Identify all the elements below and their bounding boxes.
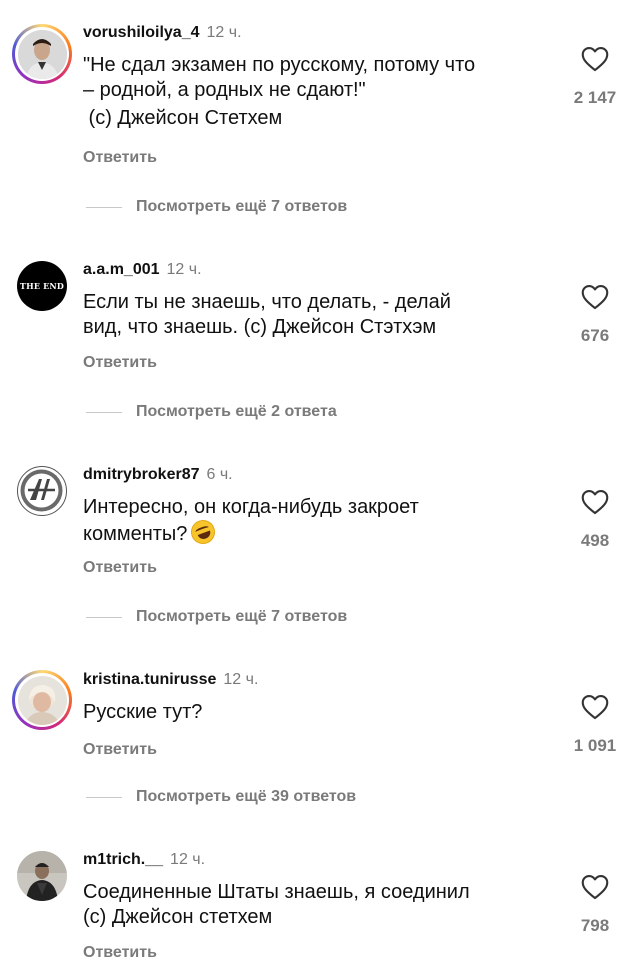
like-count: 676: [580, 326, 610, 345]
like-count: 498: [580, 531, 610, 550]
heart-icon[interactable]: [581, 284, 609, 310]
reply-button[interactable]: Ответить: [83, 149, 157, 167]
view-replies-button[interactable]: Посмотреть ещё 2 ответа: [86, 403, 337, 421]
comment-text: "Не сдал экзамен по русскому, потому что…: [83, 54, 476, 129]
avatar-photo: [17, 675, 67, 725]
comment-text: Соединенные Штаты знаешь, я соединил (с)…: [83, 881, 470, 928]
avatar[interactable]: [12, 461, 72, 521]
view-replies-button[interactable]: Посмотреть ещё 39 ответов: [86, 788, 356, 806]
like-count: 1 091: [573, 736, 617, 755]
comment-text: Если ты не знаешь, что делать, - делай в…: [83, 291, 451, 338]
timestamp: 12 ч.: [223, 671, 259, 688]
username[interactable]: vorushiloilya_4: [83, 24, 200, 42]
username[interactable]: kristina.tunirusse: [83, 671, 216, 689]
heart-icon[interactable]: [581, 694, 609, 720]
timestamp: 12 ч.: [170, 851, 206, 868]
avatar-photo: [17, 851, 67, 901]
view-replies-button[interactable]: Посмотреть ещё 7 ответов: [86, 608, 347, 626]
rolling-on-floor-laughing-emoji: [188, 516, 219, 548]
username[interactable]: a.a.m_001: [83, 261, 160, 279]
heart-icon[interactable]: [581, 489, 609, 515]
reply-button[interactable]: Ответить: [83, 559, 157, 577]
reply-button[interactable]: Ответить: [83, 741, 157, 759]
username[interactable]: m1trich.__: [83, 851, 163, 869]
avatar[interactable]: [12, 670, 72, 730]
comment-text: Русские тут?: [83, 701, 203, 723]
like-count: 798: [580, 916, 610, 935]
reply-button[interactable]: Ответить: [83, 354, 157, 372]
avatar-photo: [17, 29, 67, 79]
divider: [86, 206, 122, 208]
timestamp: 12 ч.: [206, 24, 242, 41]
username[interactable]: dmitrybroker87: [83, 466, 200, 484]
heart-icon[interactable]: [581, 46, 609, 72]
the-end-logo: THE END: [19, 281, 65, 291]
like-count: 2 147: [573, 88, 617, 107]
avatar[interactable]: [12, 846, 72, 906]
avatar[interactable]: THE END: [12, 256, 72, 316]
avatar[interactable]: [12, 24, 72, 84]
comment-text: Интересно, он когда-нибудь закроет комме…: [83, 495, 563, 548]
heart-icon[interactable]: [581, 874, 609, 900]
view-replies-button[interactable]: Посмотреть ещё 7 ответов: [86, 198, 347, 216]
timestamp: 6 ч.: [206, 466, 233, 483]
timestamp: 12 ч.: [166, 261, 202, 278]
monogram-logo: [20, 469, 63, 512]
divider: [86, 616, 122, 618]
divider: [86, 796, 122, 798]
reply-button[interactable]: Ответить: [83, 944, 157, 962]
divider: [86, 411, 122, 413]
